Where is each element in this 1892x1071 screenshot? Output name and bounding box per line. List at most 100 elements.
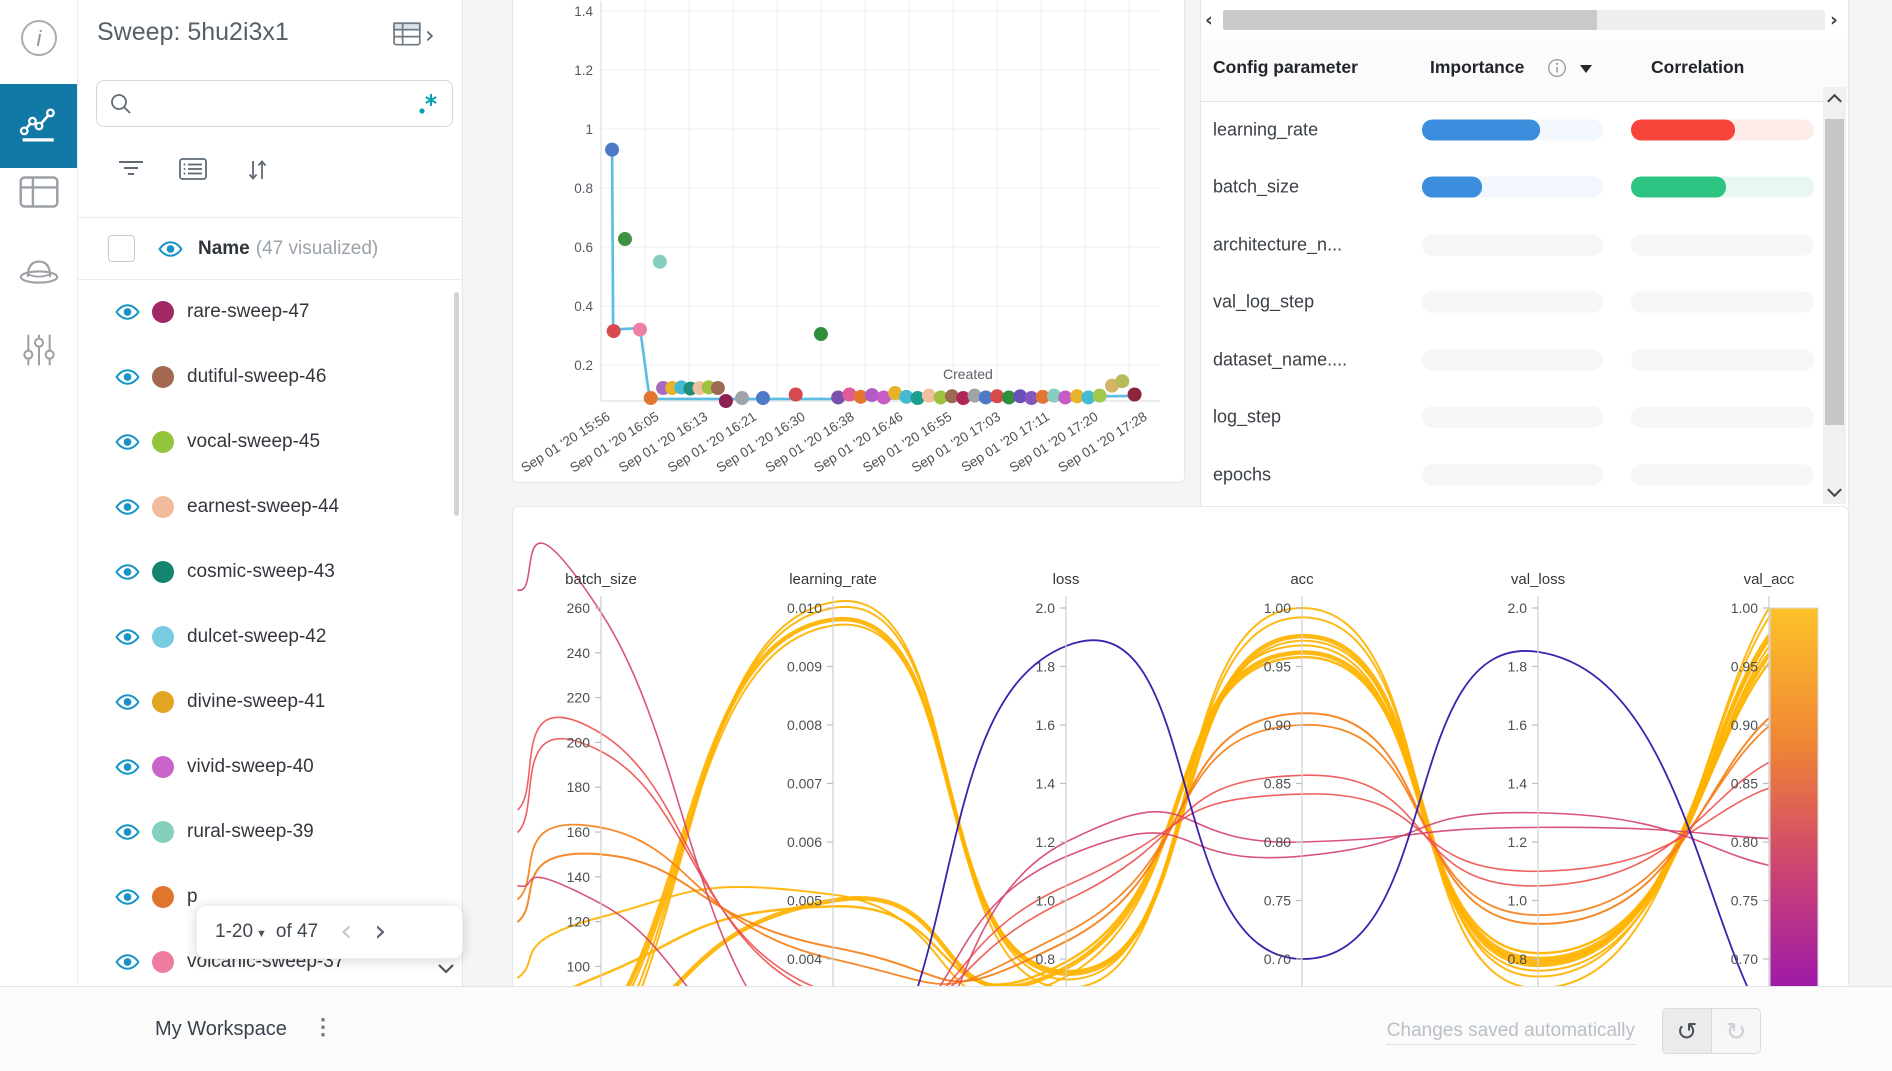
run-color-dot bbox=[152, 366, 174, 388]
run-visibility-toggle[interactable] bbox=[114, 823, 141, 841]
run-name[interactable]: p bbox=[187, 886, 198, 908]
svg-text:1.00: 1.00 bbox=[1731, 600, 1758, 616]
sort-caret-icon[interactable] bbox=[1579, 64, 1593, 74]
columns-button[interactable] bbox=[179, 158, 207, 180]
info-button[interactable]: i bbox=[0, 2, 77, 74]
run-color-dot bbox=[152, 691, 174, 713]
sweep-run-selector-panel: Sweep: 5hu2i3x1 › bbox=[77, 0, 463, 986]
svg-text:1.00: 1.00 bbox=[1264, 600, 1291, 616]
workspace-menu-kebab-icon[interactable]: ⋮ bbox=[312, 1014, 334, 1040]
param-row[interactable]: epochs bbox=[1201, 446, 1848, 504]
run-name[interactable]: vivid-sweep-40 bbox=[187, 756, 314, 778]
select-all-checkbox[interactable] bbox=[108, 235, 135, 262]
scroll-down-chevron-icon[interactable] bbox=[437, 963, 455, 974]
run-visibility-toggle[interactable] bbox=[114, 498, 141, 516]
param-row[interactable]: val_log_step bbox=[1201, 274, 1848, 332]
svg-text:1.0: 1.0 bbox=[1036, 893, 1056, 909]
run-name[interactable]: earnest-sweep-44 bbox=[187, 496, 339, 518]
run-visibility-toggle[interactable] bbox=[114, 888, 141, 906]
eye-icon bbox=[114, 758, 141, 776]
scroll-right-arrow-icon[interactable]: › bbox=[1830, 9, 1838, 31]
run-name[interactable]: vocal-sweep-45 bbox=[187, 431, 320, 453]
page-range[interactable]: 1-20 bbox=[215, 921, 253, 943]
importance-column-header[interactable]: Importance bbox=[1430, 57, 1524, 78]
param-name: val_log_step bbox=[1213, 292, 1314, 313]
run-color-dot bbox=[152, 951, 174, 973]
svg-text:2.0: 2.0 bbox=[1508, 600, 1528, 616]
run-name[interactable]: cosmic-sweep-43 bbox=[187, 561, 335, 583]
hscroll-thumb[interactable] bbox=[1223, 10, 1597, 30]
svg-text:1.8: 1.8 bbox=[1508, 659, 1528, 675]
run-visibility-toggle[interactable] bbox=[114, 433, 141, 451]
run-color-dot bbox=[152, 561, 174, 583]
run-visibility-toggle[interactable] bbox=[114, 628, 141, 646]
run-pagination: 1-20 ▼ of 47 ‹ › bbox=[196, 905, 463, 959]
correlation-column-header[interactable]: Correlation bbox=[1651, 57, 1744, 78]
undo-button[interactable]: ↺ bbox=[1663, 1009, 1712, 1053]
parallel-coordinates-chart[interactable]: batch_size260240220200180160140120100lea… bbox=[512, 506, 1845, 1004]
history-buttons: ↺ ↻ bbox=[1662, 1008, 1761, 1054]
run-color-dot bbox=[152, 886, 174, 908]
run-name[interactable]: rare-sweep-47 bbox=[187, 301, 310, 323]
hscroll-track[interactable] bbox=[1223, 10, 1825, 30]
svg-text:0.004: 0.004 bbox=[787, 951, 822, 967]
svg-text:0.85: 0.85 bbox=[1264, 776, 1291, 792]
svg-text:Created: Created bbox=[943, 366, 993, 382]
run-visibility-toggle[interactable] bbox=[114, 303, 141, 321]
run-search-input[interactable] bbox=[143, 93, 416, 115]
table-icon bbox=[19, 176, 59, 208]
panel-settings-tab[interactable] bbox=[0, 314, 77, 386]
runs-table-tab[interactable] bbox=[0, 156, 77, 228]
sort-button[interactable] bbox=[245, 158, 269, 182]
eye-icon bbox=[114, 498, 141, 516]
run-name[interactable]: dulcet-sweep-42 bbox=[187, 626, 326, 648]
redo-button[interactable]: ↻ bbox=[1712, 1009, 1760, 1053]
importance-bar bbox=[1422, 464, 1603, 485]
run-search-box[interactable] bbox=[96, 80, 453, 127]
run-name[interactable]: rural-sweep-39 bbox=[187, 821, 314, 843]
param-row[interactable]: learning_rate bbox=[1201, 101, 1848, 159]
scroll-up-chevron-icon[interactable] bbox=[1826, 93, 1843, 104]
svg-text:0.008: 0.008 bbox=[787, 717, 822, 733]
scroll-down-chevron-icon[interactable] bbox=[1826, 487, 1843, 498]
param-name: batch_size bbox=[1213, 177, 1299, 198]
param-row[interactable]: architecture_n... bbox=[1201, 216, 1848, 274]
svg-text:0.005: 0.005 bbox=[787, 893, 822, 909]
chevron-right-icon: › bbox=[425, 25, 435, 45]
importance-bar bbox=[1422, 119, 1603, 140]
param-row[interactable]: log_step bbox=[1201, 389, 1848, 447]
prev-page-button[interactable]: ‹ bbox=[340, 922, 352, 942]
run-color-dot bbox=[152, 821, 174, 843]
regex-toggle-icon[interactable] bbox=[416, 92, 440, 116]
info-tooltip-icon[interactable] bbox=[1547, 58, 1567, 78]
created-chart[interactable]: 1.41.210.80.60.40.2Sep 01 '20 15:56Sep 0… bbox=[512, 1, 1183, 481]
svg-text:0.75: 0.75 bbox=[1731, 893, 1758, 909]
run-visibility-toggle[interactable] bbox=[114, 693, 141, 711]
scroll-left-arrow-icon[interactable]: ‹ bbox=[1205, 9, 1213, 31]
filter-button[interactable] bbox=[117, 158, 145, 178]
importance-bar bbox=[1422, 177, 1603, 198]
run-name[interactable]: dutiful-sweep-46 bbox=[187, 366, 326, 388]
open-runs-table-button[interactable]: › bbox=[393, 22, 435, 47]
param-row[interactable]: dataset_name.... bbox=[1201, 331, 1848, 389]
run-row: vivid-sweep-40 bbox=[77, 734, 454, 799]
sweep-tab[interactable] bbox=[0, 234, 77, 306]
param-row[interactable]: batch_size bbox=[1201, 159, 1848, 217]
param-name: dataset_name.... bbox=[1213, 349, 1347, 370]
run-visibility-toggle[interactable] bbox=[114, 563, 141, 581]
next-page-button[interactable]: › bbox=[374, 922, 386, 942]
name-column-header[interactable]: Name bbox=[198, 238, 250, 260]
run-name[interactable]: divine-sweep-41 bbox=[187, 691, 325, 713]
run-visibility-toggle[interactable] bbox=[114, 368, 141, 386]
workspace-title[interactable]: My Workspace bbox=[155, 1018, 287, 1041]
svg-text:1.0: 1.0 bbox=[1508, 893, 1528, 909]
run-visibility-toggle[interactable] bbox=[114, 953, 141, 971]
vscroll-thumb[interactable] bbox=[1825, 119, 1844, 425]
toggle-all-visibility-button[interactable] bbox=[157, 240, 184, 258]
run-list-scrollbar[interactable] bbox=[454, 292, 459, 516]
page-size-caret-icon[interactable]: ▼ bbox=[256, 928, 267, 940]
svg-text:0.80: 0.80 bbox=[1264, 834, 1291, 850]
visualized-count: (47 visualized) bbox=[256, 238, 379, 260]
run-visibility-toggle[interactable] bbox=[114, 758, 141, 776]
correlation-bar bbox=[1631, 292, 1814, 313]
